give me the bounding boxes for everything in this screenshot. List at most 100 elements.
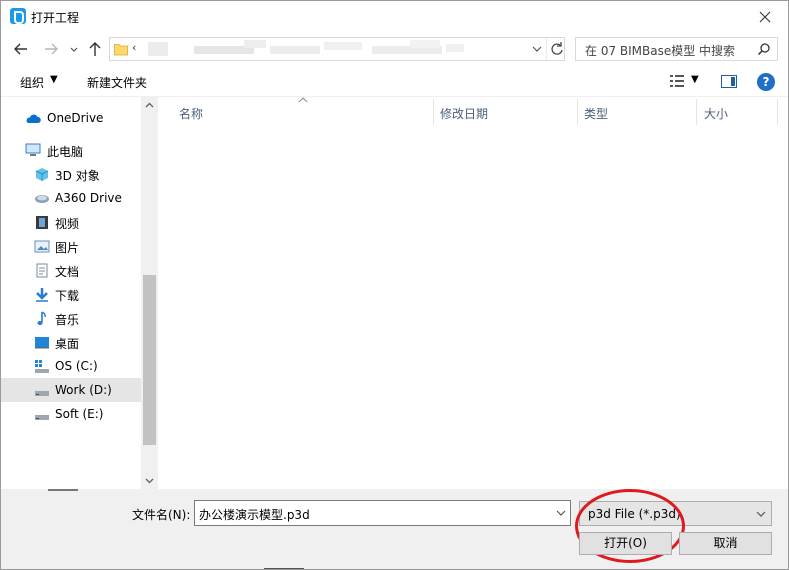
blurred-path-segment: [244, 40, 266, 48]
column-header-size[interactable]: 大小: [704, 105, 728, 122]
arrow-left-icon: [14, 43, 27, 55]
sidebar-item-label: OS (C:): [55, 359, 98, 373]
sidebar-item-label: 桌面: [55, 337, 80, 351]
music-icon: [37, 311, 46, 325]
file-type-select[interactable]: p3d File (*.p3d): [579, 501, 772, 526]
cube-icon: [35, 168, 49, 181]
filename-input[interactable]: 办公楼演示模型.p3d: [194, 500, 571, 526]
dialog-footer: 文件名(N): 办公楼演示模型.p3d p3d File (*.p3d) 打开(…: [1, 489, 788, 569]
column-header-name[interactable]: 名称: [179, 105, 203, 122]
open-project-dialog: 打开工程 ‹ 在 07 BIMBase模型 中搜索 组织 ▼ 新建文件夹 ▼ ?…: [0, 0, 789, 570]
sort-ascending-icon: [298, 97, 308, 103]
window-title: 打开工程: [31, 11, 80, 25]
refresh-button[interactable]: [546, 38, 566, 60]
forward-button[interactable]: [41, 39, 61, 59]
view-caret-icon[interactable]: ▼: [691, 74, 699, 85]
sidebar-item-label: 音乐: [55, 313, 80, 327]
sidebar-item-a360-drive[interactable]: A360 Drive: [1, 186, 141, 210]
navigation-scrollbar[interactable]: [141, 97, 158, 489]
desktop-icon: [35, 337, 49, 349]
blurred-path-segment: [270, 46, 320, 54]
refresh-icon: [551, 42, 563, 55]
chevron-down-icon[interactable]: [555, 507, 567, 519]
sidebar-item-os-c[interactable]: OS (C:): [1, 354, 141, 378]
sidebar-item-work-d[interactable]: Work (D:): [1, 378, 141, 402]
sidebar-item-music[interactable]: 音乐: [1, 306, 141, 330]
video-icon: [36, 216, 48, 229]
sidebar-item-label: 3D 对象: [55, 169, 100, 183]
cloud-drive-icon: [35, 195, 49, 203]
sidebar-item-videos[interactable]: 视频: [1, 210, 141, 234]
help-button[interactable]: ?: [757, 73, 775, 91]
sidebar-item-label: 视频: [55, 217, 80, 231]
column-header-type[interactable]: 类型: [584, 105, 608, 122]
download-icon: [36, 288, 48, 302]
clipped-nav-item: [48, 489, 78, 491]
picture-icon: [34, 240, 50, 253]
blurred-path-segment: [410, 40, 440, 48]
scroll-down-icon[interactable]: [141, 472, 158, 489]
column-divider[interactable]: [577, 99, 578, 125]
up-button[interactable]: [85, 39, 105, 59]
chevron-down-icon[interactable]: [755, 508, 767, 520]
sidebar-item-onedrive[interactable]: OneDrive: [1, 106, 141, 130]
document-icon: [36, 263, 48, 278]
address-dropdown-icon[interactable]: [530, 42, 544, 56]
search-input[interactable]: 在 07 BIMBase模型 中搜索: [575, 37, 778, 61]
column-divider[interactable]: [696, 99, 697, 125]
scroll-up-icon[interactable]: [141, 97, 158, 114]
clipped-edge: [264, 568, 304, 569]
cloud-icon: [26, 114, 41, 123]
blurred-path-segment: [446, 44, 464, 52]
folder-icon: [114, 44, 128, 56]
column-divider[interactable]: [433, 99, 434, 125]
arrow-right-icon: [45, 43, 58, 55]
view-options-icon[interactable]: [669, 74, 685, 88]
sidebar-item-label: 下载: [55, 289, 80, 303]
back-button[interactable]: [11, 39, 31, 59]
file-type-value: p3d File (*.p3d): [588, 507, 681, 521]
drive-icon: [35, 415, 49, 420]
chevron-down-icon: [70, 47, 78, 52]
sidebar-item-documents[interactable]: 文档: [1, 258, 141, 282]
os-drive-icon: [35, 360, 49, 373]
blurred-path-segment: [324, 42, 362, 50]
filename-label: 文件名(N):: [132, 508, 191, 522]
arrow-up-icon: [89, 42, 101, 56]
organize-caret-icon[interactable]: ▼: [50, 74, 58, 85]
column-header-date[interactable]: 修改日期: [440, 105, 488, 122]
cancel-button[interactable]: 取消: [679, 532, 772, 555]
sidebar-item-label: Work (D:): [55, 383, 112, 397]
search-icon[interactable]: [757, 42, 771, 56]
sidebar-item-label: 文档: [55, 265, 80, 279]
sidebar-item-pictures[interactable]: 图片: [1, 234, 141, 258]
recent-locations-button[interactable]: [67, 39, 87, 59]
title-bar: 打开工程: [1, 1, 788, 33]
sidebar-item-label: OneDrive: [47, 111, 104, 125]
sidebar-item-label: A360 Drive: [55, 191, 122, 205]
sidebar-item-label: 此电脑: [47, 145, 84, 159]
command-toolbar: 组织 ▼ 新建文件夹 ▼ ?: [1, 65, 788, 97]
close-icon: [759, 11, 771, 23]
sidebar-item-soft-e[interactable]: Soft (E:): [1, 402, 141, 426]
sidebar-item-desktop[interactable]: 桌面: [1, 330, 141, 354]
sidebar-item-label: 图片: [55, 241, 80, 255]
new-folder-button[interactable]: 新建文件夹: [87, 74, 147, 91]
sidebar-item-label: Soft (E:): [55, 407, 104, 421]
open-button[interactable]: 打开(O): [579, 532, 672, 555]
sidebar-item-this-pc[interactable]: 此电脑: [1, 138, 141, 162]
organize-button[interactable]: 组织: [20, 74, 44, 91]
computer-icon: [25, 143, 41, 156]
preview-pane-icon[interactable]: [721, 75, 737, 88]
close-button[interactable]: [742, 1, 788, 33]
drive-icon: [35, 391, 49, 396]
column-divider[interactable]: [777, 99, 778, 125]
navigation-pane: OneDrive 此电脑 3D 对象 A360 Drive 视频 图片 文档 下…: [1, 97, 158, 489]
path-separator: ‹: [132, 41, 137, 54]
filename-value: 办公楼演示模型.p3d: [199, 508, 310, 522]
file-list[interactable]: 名称 修改日期 类型 大小: [158, 97, 788, 489]
sidebar-item-3d-objects[interactable]: 3D 对象: [1, 162, 141, 186]
sidebar-item-downloads[interactable]: 下载: [1, 282, 141, 306]
scrollbar-thumb[interactable]: [143, 275, 156, 445]
address-bar[interactable]: ‹: [109, 37, 565, 61]
